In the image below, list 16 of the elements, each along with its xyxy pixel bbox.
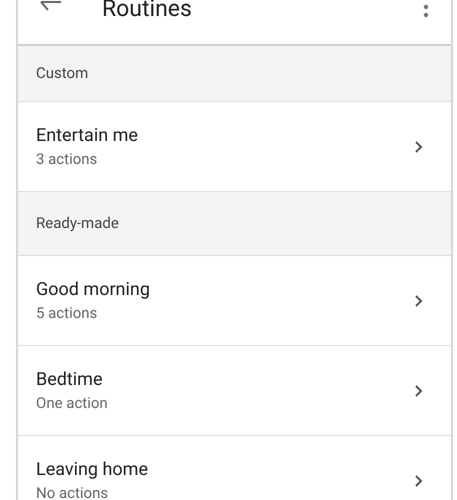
routine-actions: 5 actions bbox=[36, 302, 98, 324]
chevron-right-icon bbox=[415, 474, 423, 486]
chevron-right-icon bbox=[415, 384, 423, 396]
routine-actions: 3 actions bbox=[36, 148, 98, 170]
routine-actions: No actions bbox=[36, 482, 110, 500]
routine-name: Leaving home bbox=[36, 458, 148, 482]
routine-name: Entertain me bbox=[36, 124, 138, 148]
more-menu-icon[interactable] bbox=[423, 4, 429, 18]
routine-name: Bedtime bbox=[36, 368, 104, 392]
chevron-right-icon bbox=[415, 294, 423, 306]
section-title: Ready-made bbox=[36, 213, 119, 234]
routine-name: Good morning bbox=[36, 278, 150, 302]
routine-actions: One action bbox=[36, 392, 108, 414]
section-title: Custom bbox=[36, 63, 88, 84]
back-arrow-icon[interactable] bbox=[40, 0, 62, 12]
chevron-right-icon bbox=[415, 140, 423, 152]
